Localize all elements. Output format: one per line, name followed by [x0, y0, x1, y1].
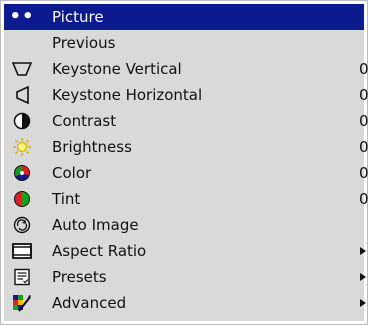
auto-image-icon [12, 215, 32, 235]
menu-item-value: 0 [359, 190, 368, 208]
menu-item-label: Advanced [52, 294, 127, 312]
menu-item-keystone-vertical[interactable]: Keystone Vertical 0 [4, 56, 368, 82]
menu-item-value: 0 [359, 112, 368, 130]
menu-item-value: 0 [359, 86, 368, 104]
presets-icon [12, 267, 32, 287]
menu-item-color[interactable]: Color 0 [4, 160, 368, 186]
submenu-arrow-icon [360, 247, 366, 255]
submenu-arrow-icon [360, 299, 366, 307]
aspect-ratio-icon [12, 241, 32, 261]
menu-item-value: 0 [359, 164, 368, 182]
menu-item-value: 0 [359, 60, 368, 78]
color-icon [12, 163, 32, 183]
menu-header[interactable]: •• Picture [4, 4, 364, 30]
menu-title: Picture [52, 8, 104, 26]
menu-item-tint[interactable]: Tint 0 [4, 186, 368, 212]
keystone-horizontal-icon [12, 85, 32, 105]
brightness-icon [12, 137, 32, 157]
menu-item-advanced[interactable]: Advanced [4, 290, 366, 316]
menu-item-brightness[interactable]: Brightness 0 [4, 134, 368, 160]
menu-item-auto-image[interactable]: Auto Image [4, 212, 364, 238]
contrast-icon [12, 111, 32, 131]
menu-item-label: Color [52, 164, 92, 182]
menu-item-label: Contrast [52, 112, 117, 130]
menu-item-value: 0 [359, 138, 368, 156]
submenu-arrow-icon [360, 273, 366, 281]
menu-item-label: Previous [52, 34, 116, 52]
menu-item-label: Brightness [52, 138, 132, 156]
menu-item-contrast[interactable]: Contrast 0 [4, 108, 368, 134]
menu-item-label: Keystone Vertical [52, 60, 182, 78]
menu-item-aspect-ratio[interactable]: Aspect Ratio [4, 238, 366, 264]
menu-item-label: Keystone Horizontal [52, 86, 203, 104]
menu-item-keystone-horizontal[interactable]: Keystone Horizontal 0 [4, 82, 368, 108]
menu-item-label: Presets [52, 268, 107, 286]
picture-menu: •• Picture Previous Keystone Vertical 0 … [0, 0, 368, 325]
dots-icon: •• [9, 6, 35, 27]
tint-icon [12, 189, 32, 209]
menu-item-previous[interactable]: Previous [4, 30, 364, 56]
keystone-vertical-icon [12, 59, 32, 79]
advanced-icon [12, 293, 32, 313]
menu-item-label: Aspect Ratio [52, 242, 147, 260]
menu-item-presets[interactable]: Presets [4, 264, 366, 290]
menu-item-label: Tint [52, 190, 81, 208]
menu-item-label: Auto Image [52, 216, 139, 234]
